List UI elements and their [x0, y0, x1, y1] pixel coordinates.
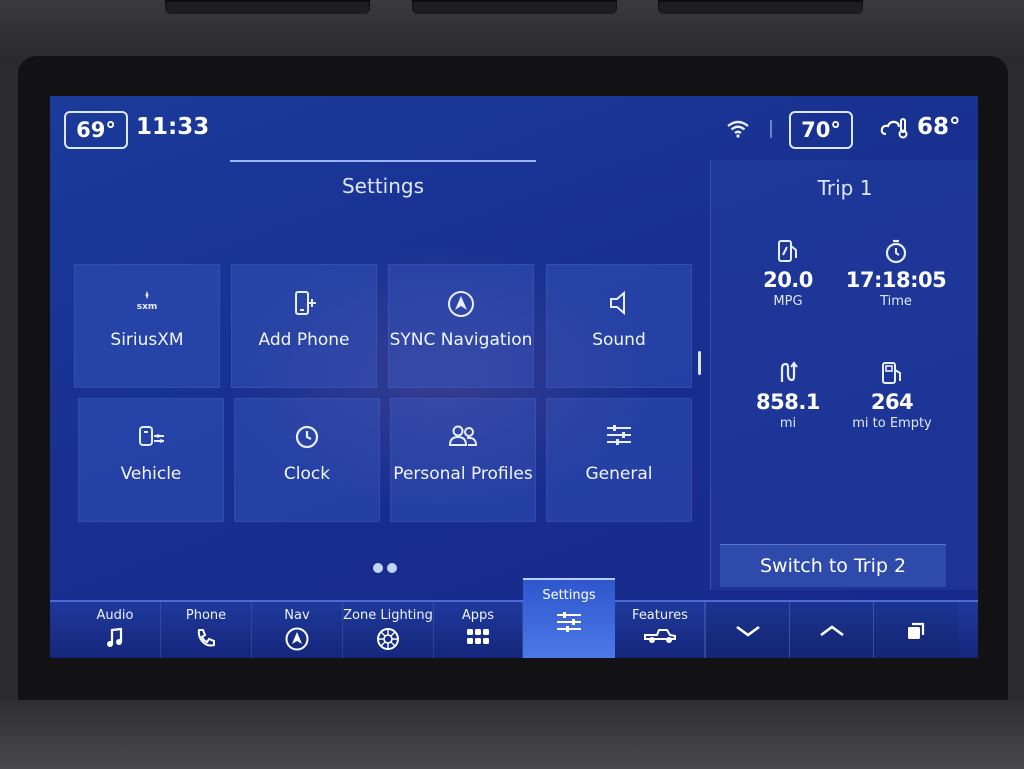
nav-nav[interactable]: Nav	[252, 602, 343, 658]
wifi-icon	[727, 120, 749, 138]
page-dot-active[interactable]	[373, 563, 383, 573]
nav-label: Features	[632, 608, 688, 623]
distance-icon	[780, 361, 798, 382]
tile-label: Personal Profiles	[393, 464, 533, 484]
add-phone-icon	[295, 291, 316, 315]
status-divider	[770, 120, 772, 138]
trip-stat-value: 264	[870, 390, 914, 414]
switch-trip-button[interactable]: Switch to Trip 2	[720, 544, 946, 587]
sliders-icon	[607, 425, 631, 445]
scroll-down-button[interactable]	[705, 602, 790, 658]
nav-settings[interactable]: Settings	[523, 578, 615, 658]
status-bar: 69° 11:33 70° 68°	[50, 96, 978, 160]
trip-stat-distance: 858.1 mi	[728, 360, 848, 431]
tile-label: Add Phone	[258, 330, 350, 350]
dashboard-bezel-top	[0, 0, 1024, 60]
vehicle-settings-icon	[139, 426, 164, 446]
zone-lighting-icon	[377, 628, 399, 650]
trip-stat-unit: Time	[880, 294, 912, 309]
scroll-up-button[interactable]	[789, 602, 874, 658]
apps-grid-icon	[467, 629, 489, 644]
tile-siriusxm[interactable]: sxm SiriusXM	[74, 264, 220, 388]
trip-stat-time: 17:18:05 Time	[836, 238, 956, 309]
page-dot[interactable]	[387, 563, 397, 573]
nav-label: Zone Lighting	[343, 608, 433, 623]
trip-stat-range: 264 mi to Empty	[832, 360, 952, 431]
music-note-icon	[107, 627, 123, 647]
tile-label: Sound	[592, 330, 646, 350]
tile-general[interactable]: General	[546, 398, 692, 522]
page-indicator	[373, 558, 401, 577]
truck-icon	[644, 629, 676, 643]
nav-label: Nav	[284, 608, 310, 623]
trip-stat-value: 20.0	[763, 268, 813, 292]
fuel-pump-icon	[882, 362, 901, 384]
outside-weather-icon	[880, 118, 908, 139]
nav-zone-lighting[interactable]: Zone Lighting	[343, 602, 434, 658]
scroll-indicator[interactable]	[698, 351, 701, 375]
outside-temp: 68°	[917, 114, 961, 140]
fuel-economy-icon	[778, 240, 797, 262]
hardware-button-center[interactable]	[412, 0, 617, 14]
nav-apps[interactable]: Apps	[434, 602, 523, 658]
siriusxm-icon-text: sxm	[137, 302, 158, 312]
stopwatch-icon	[885, 239, 907, 264]
clock-icon	[295, 425, 319, 449]
settings-sliders-icon	[557, 612, 581, 632]
tile-sync-navigation[interactable]: SYNC Navigation	[388, 264, 534, 388]
profiles-icon	[448, 425, 478, 446]
trip-panel: Trip 1 20.0 MPG 17:18:05 Time 858.1 mi 2…	[710, 160, 978, 590]
trip-stat-unit: MPG	[773, 294, 803, 309]
passenger-temp-button[interactable]: 70°	[789, 111, 853, 149]
navigation-icon	[285, 627, 309, 651]
driver-temp-button[interactable]: 69°	[64, 111, 128, 149]
dashboard-bezel-bottom	[0, 700, 1024, 769]
nav-label: Phone	[185, 608, 227, 623]
nav-features[interactable]: Features	[616, 602, 705, 658]
bottom-nav-bar: Audio Phone Nav Zone Lighting Apps Featu…	[50, 600, 978, 658]
tile-label: SYNC Navigation	[389, 330, 533, 350]
infotainment-screen: 69° 11:33 70° 68° Settings sxm SiriusXM	[50, 96, 978, 658]
tile-personal-profiles[interactable]: Personal Profiles	[390, 398, 536, 522]
clock-time: 11:33	[136, 114, 210, 140]
page-title: Settings	[341, 174, 425, 198]
window-toggle-button[interactable]	[873, 602, 958, 658]
trip-stat-unit: mi	[779, 416, 797, 431]
hardware-button-right[interactable]	[658, 0, 863, 14]
trip-stat-mpg: 20.0 MPG	[728, 238, 848, 309]
chevron-down-icon	[736, 625, 760, 637]
trip-stat-value: 17:18:05	[845, 268, 947, 292]
nav-audio[interactable]: Audio	[70, 602, 161, 658]
phone-icon	[197, 629, 215, 647]
hardware-button-left[interactable]	[165, 0, 370, 14]
tile-clock[interactable]: Clock	[234, 398, 380, 522]
nav-label: Apps	[461, 608, 495, 623]
tile-label: Clock	[283, 464, 331, 484]
nav-label: Settings	[542, 588, 596, 603]
tile-sound[interactable]: Sound	[546, 264, 692, 388]
title-underline	[230, 160, 536, 162]
tile-label: General	[585, 464, 653, 484]
nav-label: Audio	[96, 608, 134, 623]
window-toggle-icon	[908, 622, 925, 639]
trip-title: Trip 1	[817, 176, 873, 200]
tile-vehicle[interactable]: Vehicle	[78, 398, 224, 522]
nav-phone[interactable]: Phone	[161, 602, 252, 658]
trip-stat-unit: mi to Empty	[852, 416, 932, 431]
navigation-icon	[448, 291, 474, 317]
trip-stat-value: 858.1	[756, 390, 820, 414]
siriusxm-icon: sxm	[137, 291, 158, 312]
chevron-up-icon	[820, 625, 844, 637]
tile-label: SiriusXM	[110, 330, 184, 350]
speaker-icon	[610, 290, 625, 316]
tile-add-phone[interactable]: Add Phone	[231, 264, 377, 388]
tile-label: Vehicle	[120, 464, 182, 484]
